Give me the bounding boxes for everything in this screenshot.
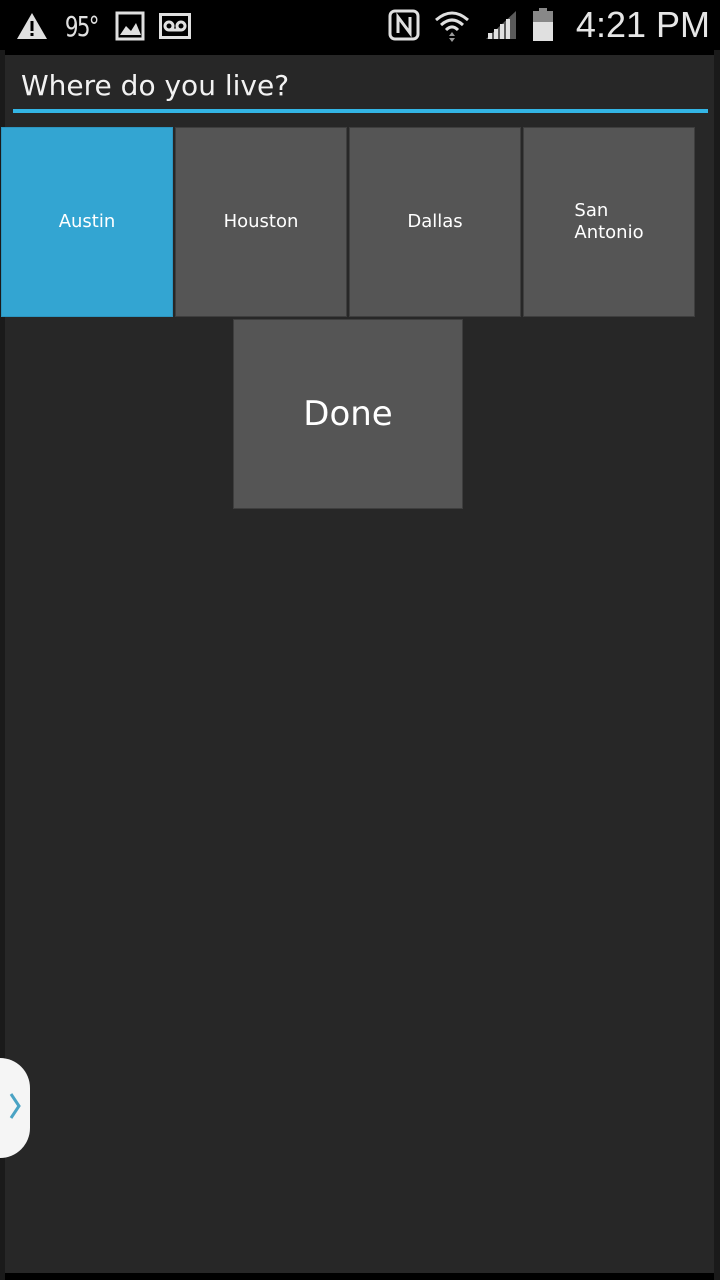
done-label: Done <box>303 394 393 434</box>
nfc-icon <box>388 9 420 41</box>
side-drawer-handle[interactable] <box>0 1058 30 1158</box>
option-label: Dallas <box>407 211 463 232</box>
signal-icon <box>484 9 518 41</box>
voicemail-icon <box>158 13 191 39</box>
warning-icon <box>16 11 48 41</box>
option-label: San Antonio <box>574 200 644 243</box>
option-austin[interactable]: Austin <box>1 127 173 317</box>
option-label: Austin <box>58 211 116 232</box>
option-houston[interactable]: Houston <box>175 127 347 317</box>
clock: 4:21 PM <box>575 4 710 45</box>
option-san-antonio[interactable]: San Antonio <box>523 127 695 317</box>
option-dallas[interactable]: Dallas <box>349 127 521 317</box>
dialog-title: Where do you live? <box>21 69 290 102</box>
gallery-icon <box>115 11 145 41</box>
title-divider <box>13 109 708 113</box>
status-bar: 95° 4:21 PM <box>0 0 720 50</box>
right-edge <box>714 50 720 1280</box>
done-button[interactable]: Done <box>233 319 463 509</box>
option-label: Houston <box>223 211 299 232</box>
wifi-icon <box>434 8 470 42</box>
chevron-right-icon <box>8 1091 22 1125</box>
temperature-readout: 95° <box>64 9 100 43</box>
battery-icon <box>532 8 554 42</box>
location-dialog: Where do you live? Austin Houston Dallas… <box>1 55 714 1273</box>
